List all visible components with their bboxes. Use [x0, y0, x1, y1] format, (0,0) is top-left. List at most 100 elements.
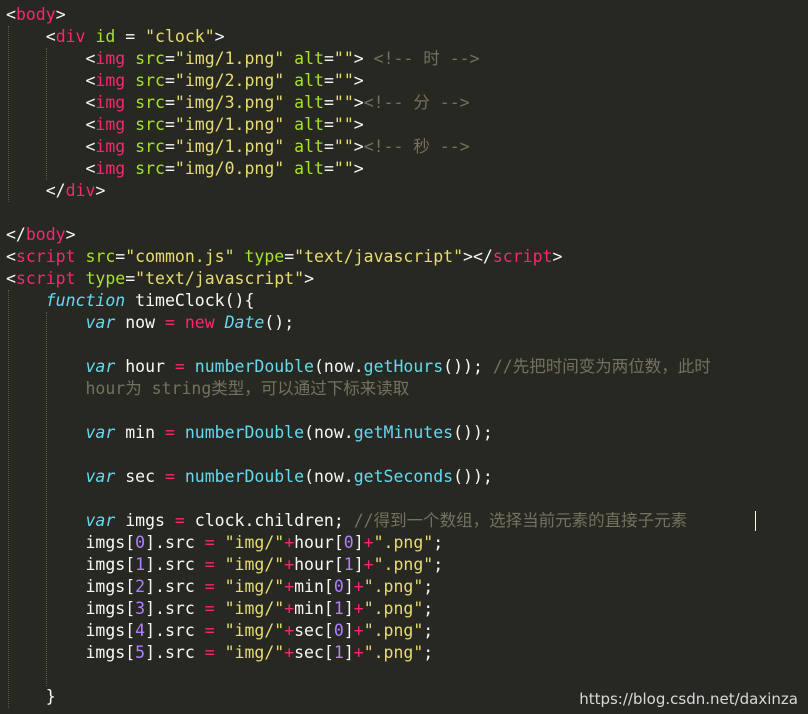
indent-guide: [8, 290, 9, 708]
code-line: <img src="img/0.png" alt="">: [6, 158, 808, 180]
code-token-text: </: [45, 181, 66, 200]
code-token-keyword_i: var: [85, 357, 116, 376]
code-token-string: "img/": [224, 599, 285, 618]
code-token-number: 0: [343, 533, 354, 552]
code-token-text: =: [284, 247, 295, 266]
code-token-keyword: numberDouble: [184, 423, 305, 442]
code-token-tag: img: [95, 159, 126, 178]
code-token-text: =: [115, 247, 126, 266]
code-token-tag: =: [164, 467, 175, 486]
code-token-string: "": [333, 93, 354, 112]
code-token-text: timeClock: [135, 291, 225, 310]
code-line: <img src="img/3.png" alt=""><!-- 分 -->: [6, 92, 808, 114]
code-token-text: (){: [224, 291, 255, 310]
code-token-text: =: [323, 159, 334, 178]
code-token-keyword: getHours: [363, 357, 444, 376]
code-token-text: =: [115, 27, 146, 46]
code-token-number: 1: [343, 555, 354, 574]
code-line: <img src="img/1.png" alt=""><!-- 秒 -->: [6, 136, 808, 158]
code-line: <img src="img/2.png" alt="">: [6, 70, 808, 92]
code-token-tag: script: [15, 269, 76, 288]
code-token-text: >: [353, 93, 364, 112]
code-token-text: =: [164, 93, 175, 112]
code-line: <div id = "clock">: [6, 26, 808, 48]
code-token-tag: =: [174, 511, 185, 530]
code-token-comment: <!-- 分 -->: [363, 93, 470, 112]
code-token-tag: =: [174, 357, 185, 376]
code-token-tag: +: [353, 599, 364, 618]
code-token-keyword_i: var: [85, 467, 116, 486]
code-token-tag: div: [65, 181, 96, 200]
code-token-text: ;: [433, 533, 444, 552]
code-token-string: "img/0.png": [174, 159, 285, 178]
code-token-tag: img: [95, 71, 126, 90]
code-token-attr: alt: [294, 115, 324, 134]
code-token-text: now: [115, 313, 165, 332]
code-token-string: "img/": [224, 577, 285, 596]
code-token-comment: <!-- 时 -->: [373, 49, 480, 68]
code-token-text: ].src: [145, 599, 205, 618]
code-editor[interactable]: <body> <div id = "clock"> <img src="img/…: [0, 0, 808, 714]
code-token-text: =: [323, 49, 334, 68]
code-token-string: "": [333, 115, 354, 134]
code-token-tag: =: [164, 313, 175, 332]
code-token-tag: new: [184, 313, 215, 332]
code-token-text: }: [45, 687, 56, 706]
code-token-string: "img/1.png": [174, 49, 285, 68]
code-token-text: =: [323, 71, 334, 90]
code-token-tag: =: [204, 621, 215, 640]
code-token-text: ());: [453, 467, 493, 486]
code-token-text: ();: [264, 313, 295, 332]
code-line: hour为 string类型，可以通过下标来读取: [6, 378, 808, 400]
code-token-text: >: [353, 71, 364, 90]
code-token-comment: //先把时间变为两位数，此时: [492, 357, 711, 376]
code-line: imgs[2].src = "img/"+min[0]+".png";: [6, 576, 808, 598]
code-token-text: hour[: [294, 555, 344, 574]
code-token-text: ]: [343, 599, 354, 618]
code-token-tag: +: [353, 643, 364, 662]
code-token-tag: img: [95, 115, 126, 134]
code-line: imgs[0].src = "img/"+hour[0]+".png";: [6, 532, 808, 554]
code-token-text: ]: [343, 621, 354, 640]
code-token-tag: +: [284, 555, 295, 574]
code-token-text: (now.: [304, 467, 354, 486]
code-line: imgs[4].src = "img/"+sec[0]+".png";: [6, 620, 808, 642]
code-token-number: 1: [333, 599, 344, 618]
code-token-number: 0: [333, 577, 344, 596]
code-line: <script type="text/javascript">: [6, 268, 808, 290]
code-token-text: hour[: [294, 533, 344, 552]
code-token-text: imgs: [115, 511, 175, 530]
code-line: <img src="img/1.png" alt=""> <!-- 时 -->: [6, 48, 808, 70]
code-token-text: ;: [423, 599, 434, 618]
code-token-tag: +: [353, 577, 364, 596]
code-line: function timeClock(){: [6, 290, 808, 312]
code-token-keyword: numberDouble: [194, 357, 314, 376]
code-token-text: imgs[: [85, 643, 136, 662]
code-token-text: hour: [115, 357, 175, 376]
code-token-text: ].src: [145, 643, 205, 662]
code-token-text: >: [55, 5, 66, 24]
code-line: var min = numberDouble(now.getMinutes())…: [6, 422, 808, 444]
code-token-attr: id: [95, 27, 116, 46]
code-token-number: 0: [135, 533, 146, 552]
code-token-tag: img: [95, 49, 126, 68]
code-token-comment: //得到一个数组，选择当前元素的直接子元素: [353, 511, 688, 530]
code-token-text: ]: [353, 533, 364, 552]
